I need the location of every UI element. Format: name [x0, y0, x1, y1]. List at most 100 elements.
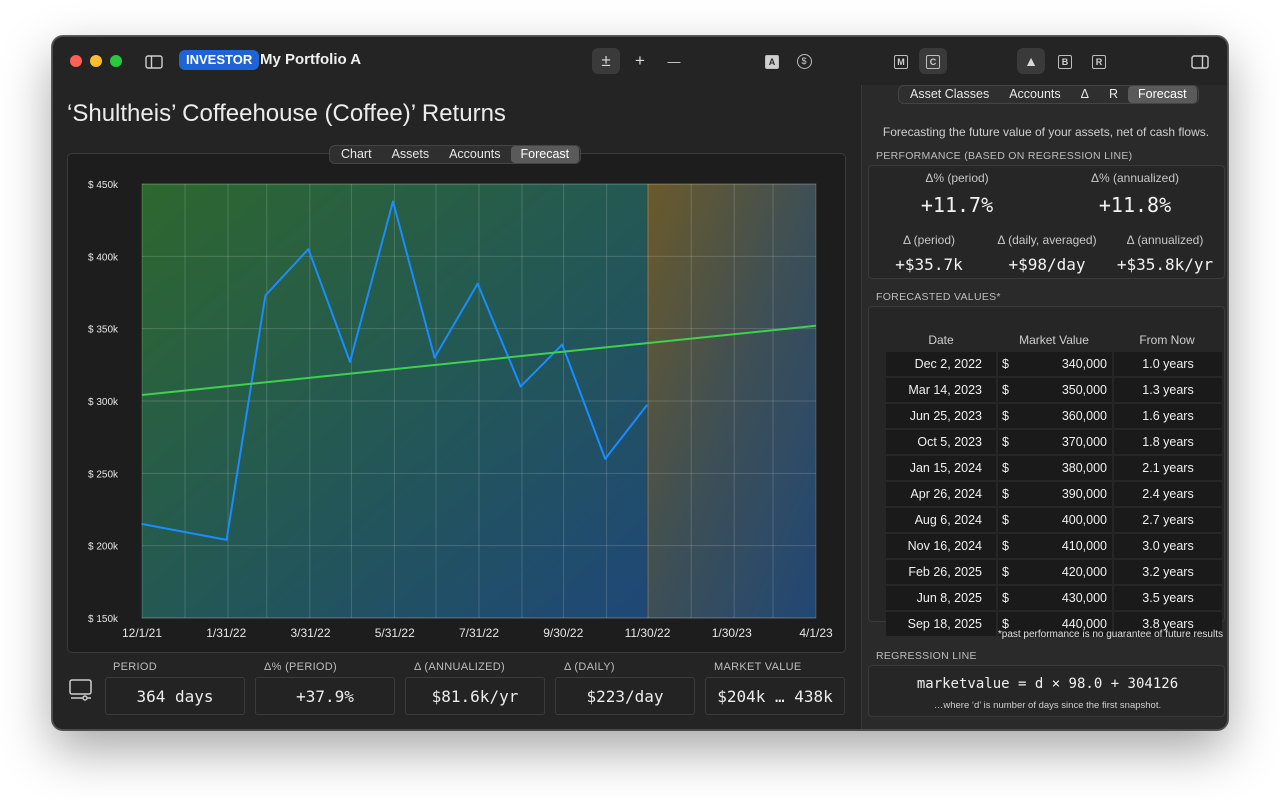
minus-icon: —: [667, 54, 681, 69]
remove-button[interactable]: —: [660, 48, 688, 74]
triangle-button[interactable]: ▲: [1017, 48, 1045, 74]
data-point: [561, 343, 564, 346]
y-tick-label: $ 150k: [88, 614, 119, 625]
market-value-cell: 360,000: [1015, 404, 1112, 428]
triangle-icon: ▲: [1024, 53, 1038, 69]
data-point: [392, 200, 394, 203]
currency-symbol-cell: $: [996, 482, 1015, 506]
market-value-cell: 420,000: [1015, 560, 1112, 584]
forecast-date-cell: Jun 25, 2023: [886, 404, 996, 428]
close-window-button[interactable]: [70, 55, 82, 67]
from-now-cell: 2.4 years: [1112, 482, 1222, 506]
plus-minus-button[interactable]: ±: [592, 48, 620, 74]
minimize-window-button[interactable]: [90, 55, 102, 67]
stat-pct-period-value: +37.9%: [255, 677, 395, 715]
forecast-date-cell: Apr 26, 2024: [886, 482, 996, 506]
regression-box: marketvalue = d × 98.0 + 304126 …where ‘…: [868, 665, 1225, 717]
sidebar-tabs: Asset Classes Accounts Δ R Forecast: [898, 85, 1199, 104]
tab-chart[interactable]: Chart: [331, 146, 382, 163]
portfolio-name[interactable]: My Portfolio A: [260, 51, 361, 68]
pct-annualized-label: Δ% (annualized): [1090, 171, 1180, 185]
page-title: ‘Shultheis’ Coffeehouse (Coffee)’ Return…: [67, 100, 506, 127]
add-button[interactable]: +: [626, 48, 654, 74]
x-tick-label: 5/31/22: [375, 626, 415, 640]
tab-delta[interactable]: Δ: [1071, 86, 1099, 103]
toggle-b-button[interactable]: B: [1051, 48, 1079, 74]
delta-annualized-label: Δ (annualized): [1126, 233, 1204, 247]
from-now-cell: 1.8 years: [1112, 430, 1222, 454]
x-tick-label: 1/31/22: [206, 626, 246, 640]
dollar-button[interactable]: $: [790, 48, 818, 74]
y-tick-label: $ 350k: [88, 325, 119, 336]
plus-icon: +: [635, 51, 645, 70]
stat-pct-period-label: Δ% (PERIOD): [264, 661, 337, 673]
m-box-icon: M: [894, 54, 908, 69]
toggle-a-button[interactable]: A: [758, 48, 786, 74]
column-header-date[interactable]: Date: [886, 330, 996, 350]
stat-market-value-value: $204k … 438k: [705, 677, 845, 715]
tab-assets[interactable]: Assets: [382, 146, 440, 163]
table-row[interactable]: Apr 26, 2024 $390,000 2.4 years: [886, 482, 1222, 506]
table-row[interactable]: Oct 5, 2023 $370,000 1.8 years: [886, 430, 1222, 454]
table-row[interactable]: Nov 16, 2024 $410,000 3.0 years: [886, 534, 1222, 558]
table-row[interactable]: Jun 8, 2025 $430,000 3.5 years: [886, 586, 1222, 610]
toolbar: INVESTOR My Portfolio A ± + — A $ M C ▲ …: [53, 37, 1227, 85]
table-row[interactable]: Mar 14, 2023 $350,000 1.3 years: [886, 378, 1222, 402]
toggle-r-button[interactable]: R: [1085, 48, 1113, 74]
x-tick-label: 11/30/22: [625, 626, 671, 640]
currency-symbol-cell: $: [996, 508, 1015, 532]
column-header-market-value[interactable]: Market Value: [996, 330, 1112, 350]
delta-period-value: +$35.7k: [895, 255, 963, 274]
table-row[interactable]: Dec 2, 2022 $340,000 1.0 years: [886, 352, 1222, 376]
y-tick-label: $ 300k: [88, 397, 119, 408]
currency-symbol-cell: $: [996, 378, 1015, 402]
r-box-icon: R: [1092, 54, 1106, 69]
forecast-date-cell: Jan 15, 2024: [886, 456, 996, 480]
toggle-c-button[interactable]: C: [919, 48, 947, 74]
desktop-icon[interactable]: [68, 677, 94, 703]
pct-period-value: +11.7%: [920, 193, 994, 217]
inspector-toggle-button[interactable]: [1186, 48, 1214, 74]
forecast-table-box: Date Market Value From Now Dec 2, 2022 $3…: [868, 306, 1225, 636]
forecast-date-cell: Sep 18, 2025: [886, 612, 996, 636]
forecast-date-cell: Feb 26, 2025: [886, 560, 996, 584]
toggle-m-button[interactable]: M: [887, 48, 915, 74]
market-value-cell: 380,000: [1015, 456, 1112, 480]
inspector-sidebar: Asset Classes Accounts Δ R Forecast Fore…: [861, 85, 1227, 729]
forecast-date-cell: Mar 14, 2023: [886, 378, 996, 402]
delta-annualized-value: +$35.8k/yr: [1116, 255, 1214, 274]
currency-symbol-cell: $: [996, 404, 1015, 428]
performance-heading: PERFORMANCE (BASED ON REGRESSION LINE): [876, 150, 1133, 162]
from-now-cell: 1.0 years: [1112, 352, 1222, 376]
chart-view-tabs: Chart Assets Accounts Forecast: [329, 145, 582, 164]
column-header-from-now[interactable]: From Now: [1112, 330, 1222, 350]
table-row[interactable]: Aug 6, 2024 $400,000 2.7 years: [886, 508, 1222, 532]
x-tick-label: 3/31/22: [290, 626, 330, 640]
tab-sidebar-forecast[interactable]: Forecast: [1128, 86, 1197, 103]
table-row[interactable]: Jan 15, 2024 $380,000 2.1 years: [886, 456, 1222, 480]
market-value-cell: 370,000: [1015, 430, 1112, 454]
sidebar-toggle-button[interactable]: [140, 48, 168, 74]
data-point: [646, 404, 648, 407]
x-tick-label: 7/31/22: [459, 626, 499, 640]
tab-sidebar-accounts[interactable]: Accounts: [999, 86, 1070, 103]
data-point: [264, 294, 267, 297]
table-row[interactable]: Feb 26, 2025 $420,000 3.2 years: [886, 560, 1222, 584]
app-badge: INVESTOR: [179, 50, 260, 70]
zoom-window-button[interactable]: [110, 55, 122, 67]
stat-daily-label: Δ (DAILY): [564, 661, 615, 673]
table-row[interactable]: Jun 25, 2023 $360,000 1.6 years: [886, 404, 1222, 428]
from-now-cell: 1.3 years: [1112, 378, 1222, 402]
tab-accounts[interactable]: Accounts: [439, 146, 510, 163]
tab-asset-classes[interactable]: Asset Classes: [900, 86, 999, 103]
x-tick-label: 1/30/23: [712, 626, 752, 640]
tab-forecast[interactable]: Forecast: [510, 146, 580, 163]
tab-r[interactable]: R: [1099, 86, 1128, 103]
market-value-cell: 400,000: [1015, 508, 1112, 532]
market-value-cell: 430,000: [1015, 586, 1112, 610]
from-now-cell: 2.1 years: [1112, 456, 1222, 480]
data-point: [604, 458, 607, 460]
inspector-toggle-icon: [1191, 54, 1209, 69]
sidebar-toggle-icon: [145, 54, 163, 69]
from-now-cell: 1.6 years: [1112, 404, 1222, 428]
